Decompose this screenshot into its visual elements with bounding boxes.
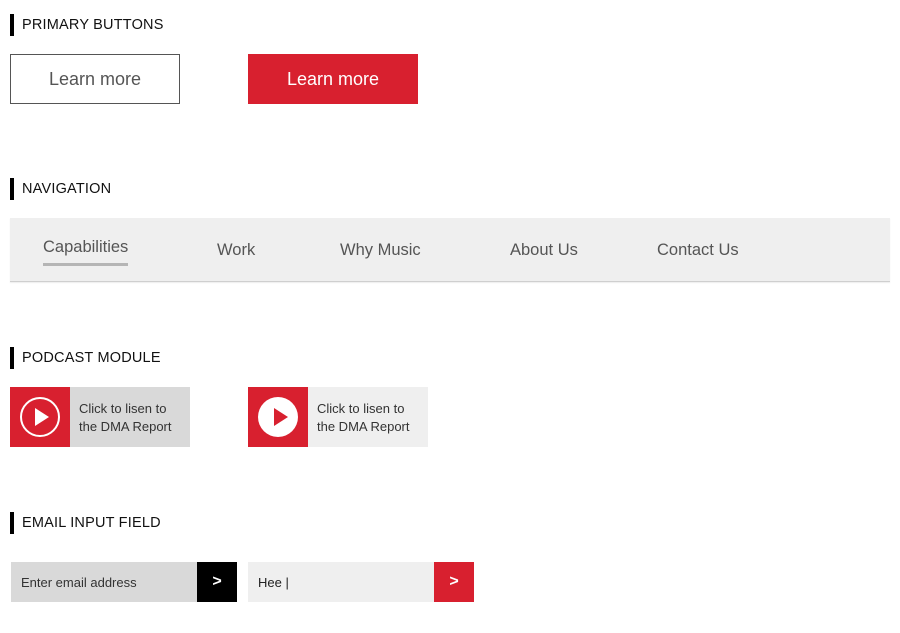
section-title-primary-buttons: PRIMARY BUTTONS <box>10 14 164 36</box>
play-filled-icon[interactable] <box>248 387 308 447</box>
nav-item-why-music[interactable]: Why Music <box>340 241 421 260</box>
podcast-line-1: Click to lisen to <box>79 401 167 416</box>
email-submit-button[interactable]: > <box>197 562 237 602</box>
section-title-email-input-field: EMAIL INPUT FIELD <box>10 512 161 534</box>
nav-item-capabilities[interactable]: Capabilities <box>43 238 129 266</box>
nav-item-label: About Us <box>510 241 578 259</box>
play-outline-icon[interactable] <box>10 387 70 447</box>
email-input-typing[interactable] <box>248 562 434 602</box>
section-title-navigation: NAVIGATION <box>10 178 111 200</box>
podcast-card-outline[interactable]: Click to lisen to the DMA Report <box>10 387 190 447</box>
email-submit-button-red[interactable]: > <box>434 562 474 602</box>
podcast-card-text: Click to lisen to the DMA Report <box>70 387 190 447</box>
podcast-line-2: the DMA Report <box>79 419 172 434</box>
podcast-line-2: the DMA Report <box>317 419 410 434</box>
podcast-card-text: Click to lisen to the DMA Report <box>308 387 428 447</box>
nav-item-label: Contact Us <box>657 241 739 259</box>
nav-item-label: Capabilities <box>43 238 129 256</box>
nav-item-label: Why Music <box>340 241 421 259</box>
active-nav-underline <box>43 263 129 266</box>
nav-item-work[interactable]: Work <box>217 241 255 260</box>
email-input[interactable] <box>11 562 197 602</box>
nav-item-label: Work <box>217 241 256 259</box>
section-title-podcast-module: PODCAST MODULE <box>10 347 161 369</box>
email-form-typing: > <box>248 562 474 602</box>
navigation-bar: Capabilities Work Why Music About Us Con… <box>10 218 890 282</box>
learn-more-outline-button[interactable]: Learn more <box>10 54 180 104</box>
learn-more-solid-button[interactable]: Learn more <box>248 54 418 104</box>
podcast-line-1: Click to lisen to <box>317 401 405 416</box>
nav-item-contact-us[interactable]: Contact Us <box>657 241 739 260</box>
email-form-empty: > <box>11 562 237 602</box>
nav-item-about-us[interactable]: About Us <box>510 241 578 260</box>
podcast-card-filled[interactable]: Click to lisen to the DMA Report <box>248 387 428 447</box>
